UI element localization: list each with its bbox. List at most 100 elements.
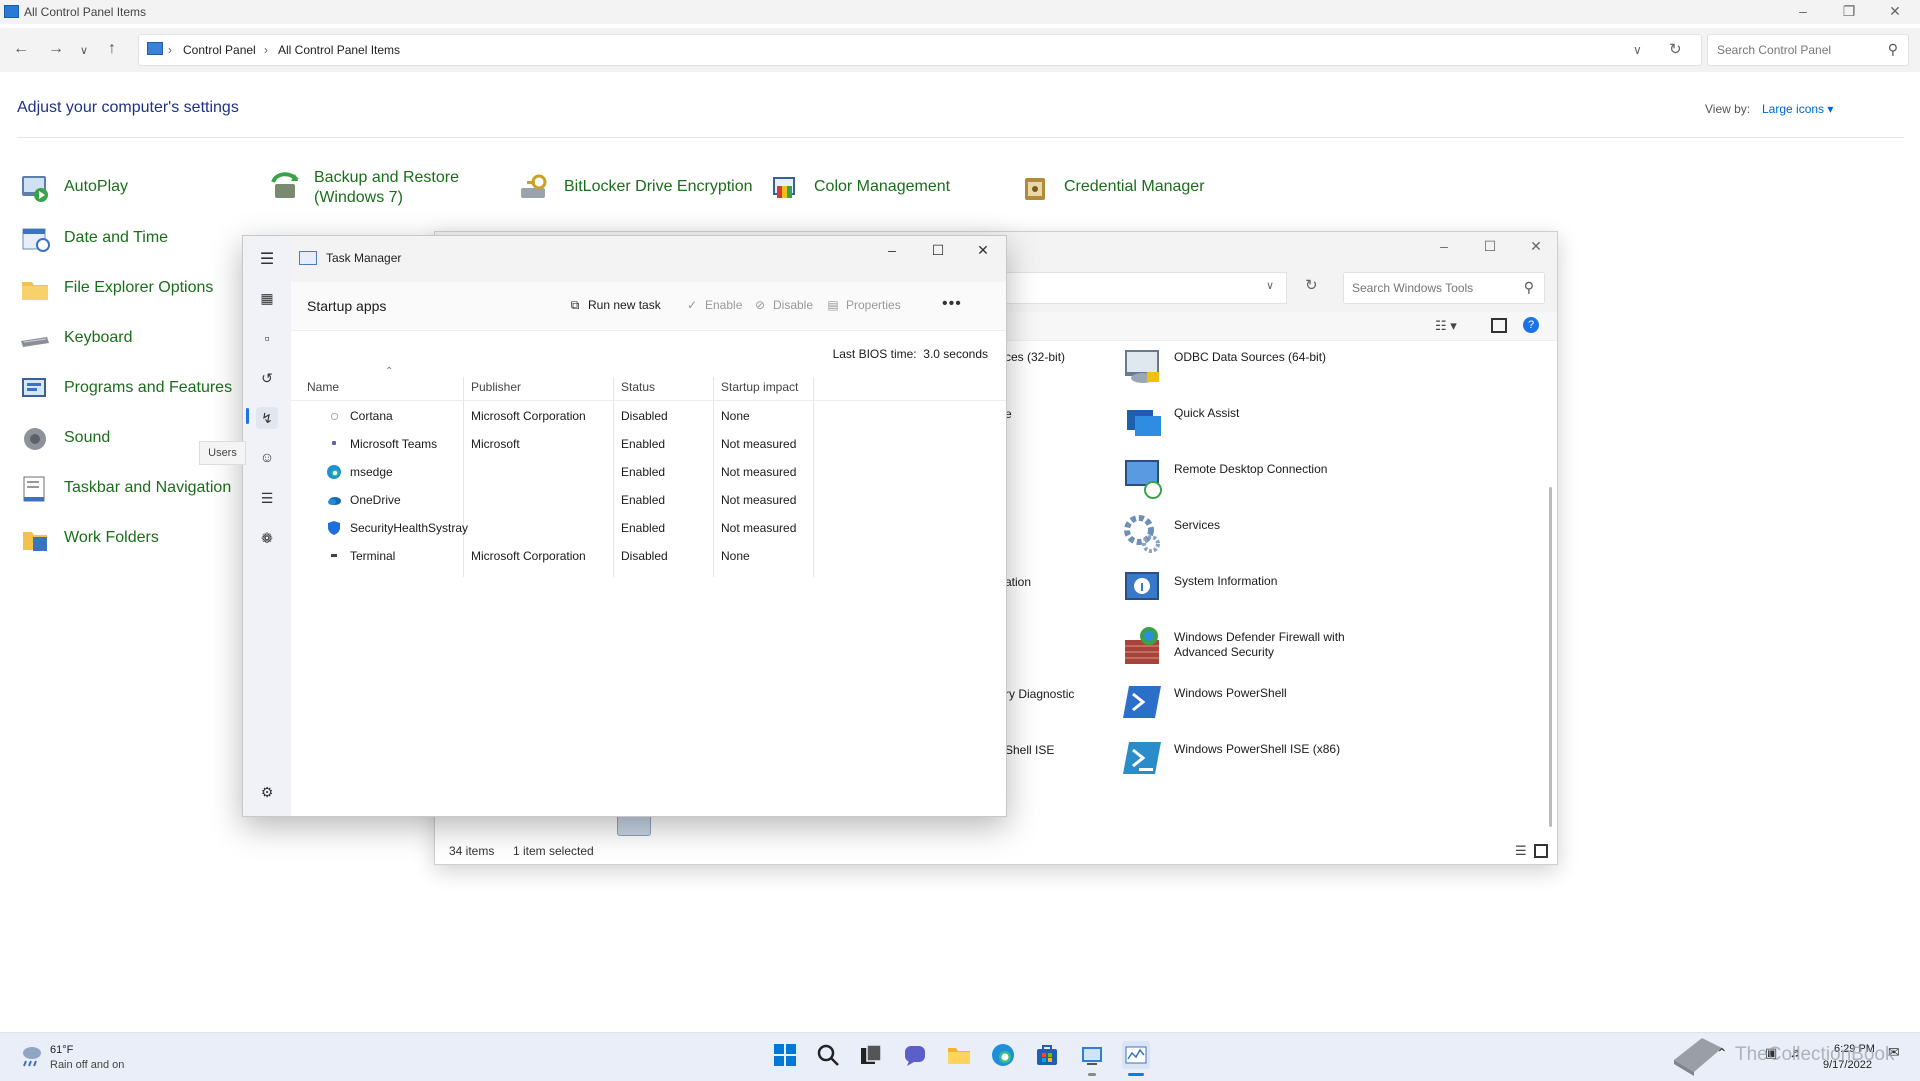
- view-by-dropdown[interactable]: Large icons ▾: [1762, 102, 1833, 116]
- table-row[interactable]: Microsoft Teams Microsoft Enabled Not me…: [291, 430, 1006, 458]
- tm-close-button[interactable]: ✕: [960, 239, 1006, 263]
- cp-item-label: File Explorer Options: [64, 279, 214, 296]
- wt-item-remote-desktop[interactable]: Remote Desktop Connection: [1121, 456, 1421, 502]
- app-history-icon[interactable]: ↺: [256, 367, 278, 389]
- wt-item-powershell[interactable]: Windows PowerShell: [1121, 680, 1421, 726]
- enable-button[interactable]: ✓ Enable: [684, 298, 742, 312]
- cp-item-keyboard[interactable]: Keyboard: [19, 321, 219, 361]
- wt-partial-label[interactable]: ry Diagnostic: [1005, 687, 1074, 701]
- table-row[interactable]: Terminal Microsoft Corporation Disabled …: [291, 542, 1006, 570]
- cell-publisher: Microsoft: [471, 437, 520, 451]
- wt-search-input[interactable]: Search Windows Tools ⚲: [1343, 272, 1545, 304]
- breadcrumb-all-items[interactable]: All Control Panel Items: [278, 43, 400, 57]
- edge-browser-icon[interactable]: [989, 1041, 1017, 1069]
- control-panel-taskbar-icon[interactable]: [1078, 1041, 1106, 1069]
- more-options-icon[interactable]: •••: [942, 295, 962, 313]
- wt-refresh-icon[interactable]: ↻: [1305, 276, 1318, 294]
- cp-item-backup-restore[interactable]: Backup and Restore (Windows 7): [269, 168, 469, 208]
- run-task-icon: ⧉: [570, 298, 580, 312]
- cp-item-date-time[interactable]: Date and Time: [19, 221, 219, 261]
- up-arrow-icon[interactable]: ↑: [108, 40, 116, 58]
- hamburger-menu-icon[interactable]: ☰: [256, 249, 278, 271]
- table-row[interactable]: msedge Enabled Not measured: [291, 458, 1006, 486]
- cp-item-label: AutoPlay: [64, 178, 129, 195]
- control-panel-search-input[interactable]: Search Control Panel ⚲: [1707, 34, 1909, 66]
- restore-button[interactable]: ❐: [1826, 0, 1872, 24]
- column-header-startup-impact[interactable]: Startup impact: [721, 380, 798, 394]
- address-dropdown-chevron-icon[interactable]: ∨: [1633, 43, 1642, 57]
- settings-gear-icon[interactable]: ⚙: [256, 781, 278, 803]
- cp-item-bitlocker[interactable]: BitLocker Drive Encryption: [519, 170, 769, 210]
- wt-item-odbc-64[interactable]: ODBC Data Sources (64-bit): [1121, 344, 1421, 390]
- wt-minimize-button[interactable]: –: [1421, 235, 1467, 259]
- wt-scrollbar[interactable]: [1549, 487, 1552, 827]
- details-icon[interactable]: ☰: [256, 487, 278, 509]
- details-view-icon[interactable]: ☰: [1515, 843, 1527, 859]
- wt-item-defender-firewall[interactable]: Windows Defender Firewall with Advanced …: [1121, 624, 1421, 670]
- chat-icon[interactable]: [901, 1041, 929, 1069]
- weather-temperature[interactable]: 61°F: [50, 1044, 73, 1056]
- cp-item-color-management[interactable]: Color Management: [769, 170, 989, 210]
- wt-item-label: Services: [1174, 518, 1221, 532]
- cp-item-sound[interactable]: Sound: [19, 421, 219, 461]
- help-icon[interactable]: ?: [1523, 317, 1539, 333]
- large-icons-view-icon[interactable]: [1534, 844, 1548, 858]
- wt-partial-label[interactable]: ces (32-bit): [1005, 350, 1065, 364]
- minimize-button[interactable]: –: [1780, 0, 1826, 24]
- search-icon[interactable]: [814, 1041, 842, 1069]
- weather-description[interactable]: Rain off and on: [50, 1059, 124, 1071]
- recent-locations-chevron-icon[interactable]: ∨: [80, 44, 88, 57]
- cp-item-programs-features[interactable]: Programs and Features: [19, 371, 239, 411]
- task-manager-taskbar-icon[interactable]: [1122, 1041, 1150, 1069]
- wt-item-powershell-ise-x86[interactable]: Windows PowerShell ISE (x86): [1121, 736, 1421, 782]
- wt-maximize-button[interactable]: ☐: [1467, 235, 1513, 259]
- address-bar[interactable]: › Control Panel › All Control Panel Item…: [138, 34, 1702, 66]
- users-icon[interactable]: ☺: [256, 446, 278, 468]
- table-row[interactable]: SecurityHealthSystray Enabled Not measur…: [291, 514, 1006, 542]
- table-row[interactable]: Cortana Microsoft Corporation Disabled N…: [291, 402, 1006, 430]
- breadcrumb-control-panel[interactable]: Control Panel: [183, 43, 256, 57]
- cp-item-autoplay[interactable]: AutoPlay: [19, 170, 219, 210]
- forward-arrow-icon[interactable]: →: [48, 40, 64, 58]
- wt-item-quick-assist[interactable]: Quick Assist: [1121, 400, 1421, 446]
- wt-partial-label[interactable]: Shell ISE: [1005, 743, 1054, 757]
- back-arrow-icon[interactable]: ←: [13, 40, 29, 58]
- wt-item-services[interactable]: Services: [1121, 512, 1421, 558]
- close-button[interactable]: ✕: [1872, 0, 1918, 24]
- tm-minimize-button[interactable]: –: [869, 239, 915, 263]
- table-row[interactable]: OneDrive Enabled Not measured: [291, 486, 1006, 514]
- view-options-icon[interactable]: ☷ ▾: [1435, 318, 1457, 334]
- run-new-task-button[interactable]: ⧉ Run new task: [567, 298, 661, 313]
- wt-address-chevron-icon[interactable]: ∨: [1266, 279, 1274, 292]
- color-management-icon: [773, 177, 795, 198]
- cp-item-taskbar-navigation[interactable]: Taskbar and Navigation: [19, 471, 239, 511]
- performance-icon[interactable]: ▫: [256, 327, 278, 349]
- column-header-publisher[interactable]: Publisher: [471, 380, 521, 394]
- column-header-status[interactable]: Status: [621, 380, 655, 394]
- wt-partial-label[interactable]: ation: [1005, 575, 1031, 589]
- tm-maximize-button[interactable]: ☐: [915, 239, 961, 263]
- preview-pane-icon[interactable]: [1491, 318, 1507, 333]
- services-nav-icon[interactable]: ❁: [256, 527, 278, 549]
- wt-close-button[interactable]: ✕: [1513, 235, 1559, 259]
- cp-item-file-explorer-options[interactable]: File Explorer Options: [19, 271, 239, 311]
- task-view-icon[interactable]: [857, 1041, 885, 1069]
- control-panel-small-icon: [147, 42, 163, 55]
- windows-start-icon[interactable]: [771, 1041, 799, 1069]
- refresh-icon[interactable]: ↻: [1669, 40, 1682, 58]
- active-indicator: [1128, 1073, 1144, 1076]
- cp-item-work-folders[interactable]: Work Folders: [19, 521, 219, 561]
- running-indicator: [1088, 1073, 1096, 1076]
- processes-icon[interactable]: ▦: [256, 287, 278, 309]
- cp-item-credential-manager[interactable]: Credential Manager: [1019, 170, 1239, 210]
- properties-button[interactable]: ▤ Properties: [825, 298, 900, 312]
- startup-apps-icon[interactable]: ↯: [256, 407, 278, 429]
- file-explorer-icon[interactable]: [945, 1041, 973, 1069]
- cp-item-label: Taskbar and Navigation: [64, 479, 232, 496]
- disable-button[interactable]: ⊘ Disable: [752, 298, 813, 312]
- store-icon[interactable]: [1033, 1041, 1061, 1069]
- weather-rain-icon[interactable]: [17, 1042, 45, 1070]
- header-divider: [291, 400, 1006, 401]
- column-header-name[interactable]: Name: [307, 380, 339, 394]
- wt-item-system-information[interactable]: System Information: [1121, 568, 1421, 614]
